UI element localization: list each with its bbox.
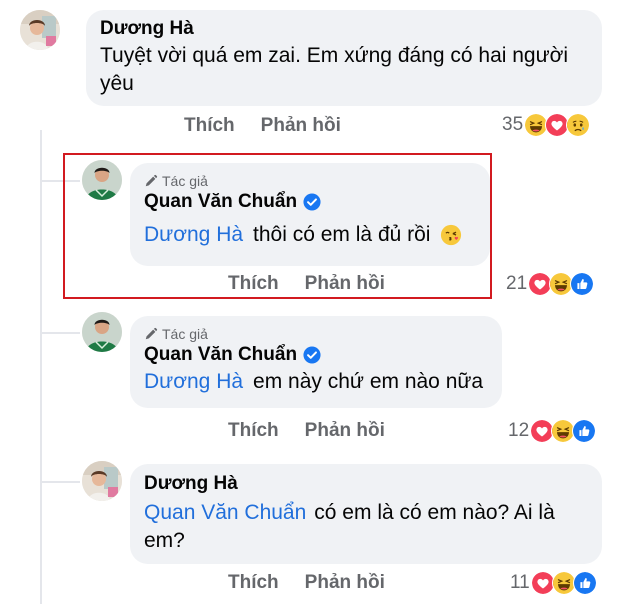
comment-text: em này chứ em nào nữa bbox=[253, 370, 484, 393]
pencil-icon bbox=[144, 327, 158, 341]
reaction-summary[interactable]: 11 bbox=[510, 571, 597, 595]
like-icon bbox=[572, 571, 597, 595]
reaction-count: 12 bbox=[508, 420, 530, 441]
like-button[interactable]: Thích bbox=[228, 420, 279, 442]
comment-text-line: có em là có em nào? Ai là bbox=[314, 501, 555, 524]
mention-link[interactable]: Quan Văn Chuẩn bbox=[144, 499, 306, 527]
reaction-count: 21 bbox=[506, 273, 528, 294]
profile-photo bbox=[82, 461, 122, 501]
verified-check-icon bbox=[303, 346, 321, 364]
commenter-name[interactable]: Dương Hà bbox=[144, 473, 588, 495]
like-icon bbox=[570, 272, 595, 296]
like-button[interactable]: Thích bbox=[228, 572, 279, 594]
comment-actions: Thích Phản hồi bbox=[184, 115, 341, 137]
reaction-summary[interactable]: 35 bbox=[502, 113, 591, 137]
comment-bubble: Dương Hà Quan Văn Chuẩn có em là có em n… bbox=[130, 464, 602, 564]
reaction-count: 11 bbox=[510, 572, 530, 593]
comment-actions: Thích Phản hồi bbox=[228, 420, 385, 442]
sad-icon bbox=[566, 113, 591, 137]
thread-line bbox=[40, 332, 80, 334]
mention-link[interactable]: Dương Hà bbox=[144, 368, 243, 396]
like-icon bbox=[572, 419, 597, 443]
reply-button[interactable]: Phản hồi bbox=[305, 420, 385, 442]
reaction-summary[interactable]: 21 bbox=[506, 272, 595, 296]
comment-text-line: Tuyệt vời quá em zai. Em xứng đáng có ha… bbox=[100, 44, 569, 67]
reply-button[interactable]: Phản hồi bbox=[305, 572, 385, 594]
avatar[interactable] bbox=[20, 10, 60, 50]
author-badge-label: Tác giả bbox=[162, 326, 208, 342]
commenter-name[interactable]: Dương Hà bbox=[100, 18, 588, 40]
comment-actions: Thích Phản hồi bbox=[228, 572, 385, 594]
highlight-frame bbox=[63, 153, 492, 299]
profile-photo bbox=[82, 312, 122, 352]
comment-bubble: Tác giả Quan Văn Chuẩn Dương Hà em này c… bbox=[130, 316, 502, 408]
avatar[interactable] bbox=[82, 461, 122, 501]
thread-line bbox=[40, 130, 42, 604]
reaction-count: 35 bbox=[502, 114, 524, 135]
reaction-summary[interactable]: 12 bbox=[508, 419, 597, 443]
comment-text-line: em? bbox=[144, 529, 185, 552]
avatar[interactable] bbox=[82, 312, 122, 352]
profile-photo bbox=[20, 10, 60, 50]
comment-text-line: yêu bbox=[100, 72, 134, 95]
comment-bubble: Dương Hà Tuyệt vời quá em zai. Em xứng đ… bbox=[86, 10, 602, 106]
author-badge: Tác giả bbox=[144, 326, 488, 342]
commenter-name[interactable]: Quan Văn Chuẩn bbox=[144, 344, 297, 366]
reply-button[interactable]: Phản hồi bbox=[261, 115, 341, 137]
thread-line bbox=[40, 481, 80, 483]
like-button[interactable]: Thích bbox=[184, 115, 235, 137]
